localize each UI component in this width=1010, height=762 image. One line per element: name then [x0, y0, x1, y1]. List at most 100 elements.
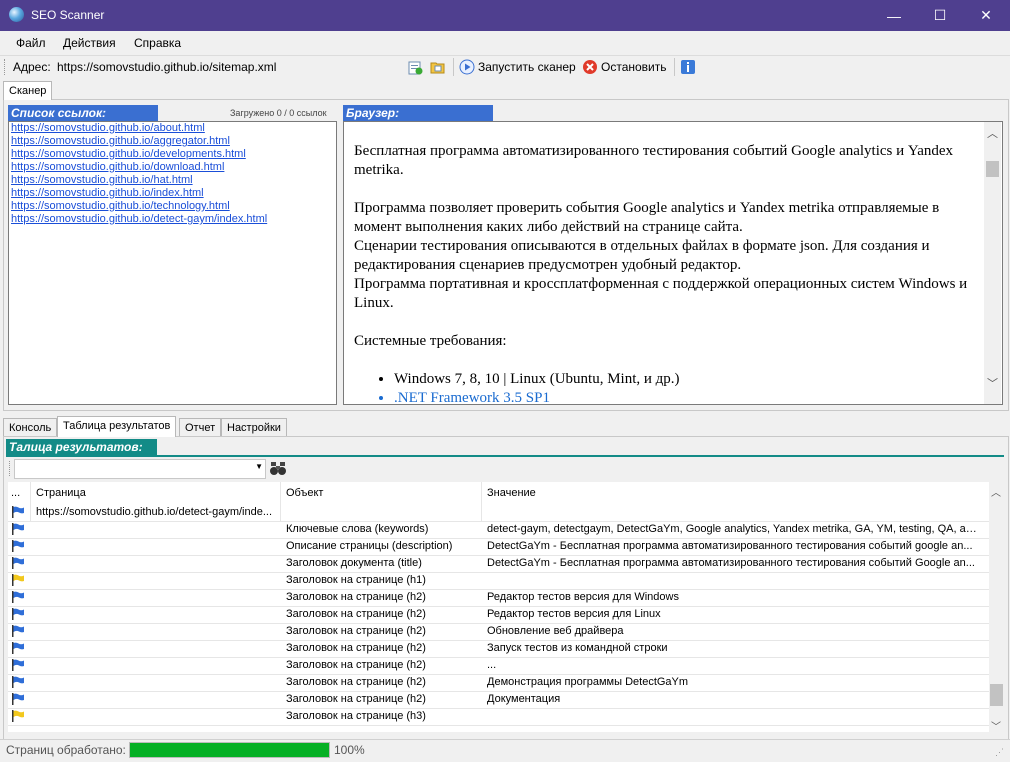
menu-actions[interactable]: Действия [63, 36, 116, 50]
filter-grip[interactable] [9, 461, 12, 476]
cell-object: Заголовок на странице (h2) [286, 591, 426, 603]
toolbar-grip[interactable] [4, 59, 7, 75]
scroll-down-icon[interactable]: ﹀ [991, 718, 1001, 733]
binoculars-icon[interactable] [269, 460, 287, 476]
table-row[interactable]: Заголовок на странице (h2) Демонстрация п… [8, 674, 989, 692]
info-icon[interactable] [680, 59, 696, 75]
window-title: SEO Scanner [31, 8, 105, 22]
scroll-up-icon[interactable]: ︿ [991, 484, 1001, 499]
open-file-icon[interactable] [407, 59, 423, 75]
table-row[interactable]: Заголовок на странице (h2) Редактор тесто… [8, 589, 989, 607]
menu-file[interactable]: Файл [16, 36, 46, 50]
browser-paragraph: Сценарии тестирования описываются в отде… [354, 238, 930, 273]
table-row[interactable]: Заголовок на странице (h2) Обновление веб… [8, 623, 989, 641]
table-row[interactable]: https://somovstudio.github.io/detect-gay… [8, 504, 989, 522]
list-item-link[interactable]: https://somovstudio.github.io/developmen… [9, 148, 336, 161]
play-icon[interactable] [459, 59, 475, 75]
table-row[interactable]: Ключевые слова (keywords) detect-gaym, de… [8, 521, 989, 539]
table-row[interactable]: Заголовок на странице (h2) Запуск тестов … [8, 640, 989, 658]
table-row[interactable]: Заголовок на странице (h1) [8, 572, 989, 590]
browser-view[interactable]: Бесплатная программа автоматизированного… [343, 121, 1003, 405]
table-row[interactable]: Заголовок документа (title) DetectGaYm - … [8, 555, 989, 573]
cell-object: Заголовок на странице (h2) [286, 608, 426, 620]
scroll-up-icon[interactable]: ︿ [987, 125, 998, 141]
blue-flag-icon [12, 540, 24, 552]
filter-select[interactable]: ▼ [14, 459, 266, 479]
status-label: Страниц обработано: [6, 743, 126, 757]
minimize-button[interactable]: — [871, 0, 917, 31]
links-panel-title: Список ссылок: [8, 105, 158, 121]
tab-console[interactable]: Консоль [3, 418, 58, 437]
yellow-flag-icon [12, 710, 24, 722]
cell-object: Заголовок на странице (h2) [286, 676, 426, 688]
requirement-item: Windows 7, 8, 10 | Linux (Ubuntu, Mint, … [394, 370, 974, 389]
table-row[interactable]: Заголовок на странице (h2)... [8, 657, 989, 675]
maximize-button[interactable]: ☐ [917, 0, 963, 31]
scroll-down-icon[interactable]: ﹀ [987, 375, 998, 391]
address-input[interactable]: https://somovstudio.github.io/sitemap.xm… [57, 60, 276, 74]
browser-paragraph: Программа портативная и кроссплатформенн… [354, 276, 968, 311]
browser-paragraph: Программа позволяет проверить события Go… [354, 200, 940, 235]
list-item-link[interactable]: https://somovstudio.github.io/hat.html [9, 174, 336, 187]
results-scrollbar[interactable]: ︿ ﹀ [989, 482, 1004, 733]
browser-panel-title: Браузер: [343, 105, 493, 121]
cell-object: Заголовок на странице (h2) [286, 659, 426, 671]
app-icon [9, 7, 24, 22]
run-scanner-button[interactable]: Запустить сканер [478, 60, 576, 74]
browser-scrollbar[interactable]: ︿ ﹀ [984, 122, 1001, 404]
stop-button[interactable]: Остановить [601, 60, 667, 74]
list-item-link[interactable]: https://somovstudio.github.io/about.html [9, 122, 336, 135]
progress-bar [129, 742, 330, 758]
cell-object: Заголовок на странице (h1) [286, 574, 426, 586]
dropdown-arrow-icon[interactable]: ▼ [255, 462, 263, 471]
links-list[interactable]: https://somovstudio.github.io/about.html… [8, 121, 337, 405]
list-item-link[interactable]: https://somovstudio.github.io/aggregator… [9, 135, 336, 148]
cell-value: ... [487, 659, 497, 671]
cell-value: Редактор тестов версия для Linux [487, 608, 661, 620]
browser-heading: Системные требования: [354, 333, 507, 349]
menu-help[interactable]: Справка [134, 36, 181, 50]
list-item-link[interactable]: https://somovstudio.github.io/technology… [9, 200, 336, 213]
cell-value: Документация [487, 693, 561, 705]
yellow-flag-icon [12, 574, 24, 586]
cell-value: Запуск тестов из командной строки [487, 642, 668, 654]
loaded-count: Загружено 0 / 0 ссылок [230, 108, 327, 118]
stop-icon[interactable] [582, 59, 598, 75]
blue-flag-icon [12, 506, 24, 518]
cell-value: DetectGaYm - Бесплатная программа автома… [487, 540, 973, 552]
blue-flag-icon [12, 659, 24, 671]
table-row[interactable]: Описание страницы (description) DetectGaY… [8, 538, 989, 556]
cell-object: Ключевые слова (keywords) [286, 523, 429, 535]
address-label: Адрес: [13, 60, 51, 74]
tab-report[interactable]: Отчет [179, 418, 222, 437]
tab-scanner[interactable]: Сканер [3, 81, 53, 100]
table-row[interactable]: Заголовок на странице (h2) Редактор тесто… [8, 606, 989, 624]
table-row[interactable]: Заголовок на странице (h2) Документация [8, 691, 989, 709]
cell-value: Демонстрация программы DetectGaYm [487, 676, 689, 688]
table-row[interactable]: Заголовок на странице (h3) [8, 708, 989, 726]
results-title: Талица результатов: [6, 439, 157, 455]
blue-flag-icon [12, 591, 24, 603]
cell-object: Заголовок на странице (h2) [286, 693, 426, 705]
cell-value: Редактор тестов версия для Windows [487, 591, 679, 603]
toolbar-separator [453, 58, 454, 76]
cell-object: Заголовок на странице (h2) [286, 642, 426, 654]
blue-flag-icon [12, 676, 24, 688]
requirement-link[interactable]: .NET Framework 3.5 SP1 [394, 389, 974, 404]
scroll-thumb[interactable] [990, 684, 1003, 706]
blue-flag-icon [12, 625, 24, 637]
title-bar [0, 0, 1010, 31]
results-table[interactable]: ... Страница Объект Значение https://som… [8, 482, 989, 732]
close-button[interactable]: ✕ [963, 0, 1009, 31]
tab-results-table[interactable]: Таблица результатов [57, 416, 177, 437]
blue-flag-icon [12, 642, 24, 654]
cell-page: https://somovstudio.github.io/detect-gay… [36, 506, 273, 518]
tab-settings[interactable]: Настройки [221, 418, 287, 437]
list-item-link[interactable]: https://somovstudio.github.io/detect-gay… [9, 213, 336, 226]
list-item-link[interactable]: https://somovstudio.github.io/index.html [9, 187, 336, 200]
scroll-thumb[interactable] [986, 161, 999, 177]
cell-object: Заголовок документа (title) [286, 557, 422, 569]
open-folder-icon[interactable] [430, 59, 446, 75]
list-item-link[interactable]: https://somovstudio.github.io/download.h… [9, 161, 336, 174]
resize-grip-icon[interactable]: ⋰ [995, 747, 1004, 758]
